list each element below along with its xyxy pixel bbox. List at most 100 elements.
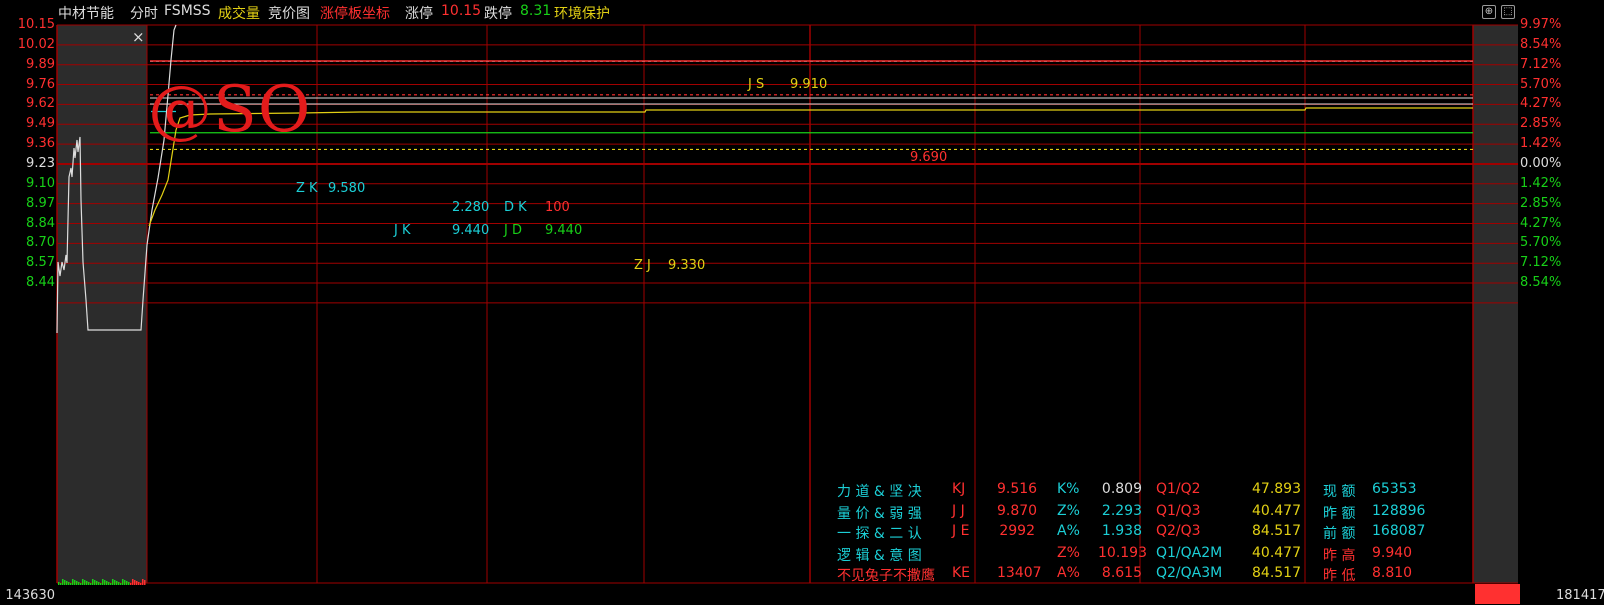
stats-name: 逻 辑 & 意 图 [837,548,922,564]
volume-bar [136,581,138,585]
percent-tick-label: 2.85% [1520,195,1562,211]
volume-bar [62,579,64,585]
stats-k: A% [1057,565,1080,581]
volume-bar [118,582,120,585]
volume-bar [128,582,130,585]
stats-kv: 2.293 [1101,503,1142,519]
env-label: 环境保护 [554,6,610,22]
price-tick-label: 9.62 [26,96,55,112]
red-level-value: 9.690 [910,150,948,165]
volume-bar [92,579,94,585]
price-tick-label: 9.76 [26,76,55,92]
percent-tick-label: 0.00% [1520,155,1562,171]
stats-val: 13407 [997,565,1042,581]
indicator-label[interactable]: FSMSS [164,3,211,19]
dk-label: D K [504,200,527,215]
restore-icon[interactable]: ⊕ [1482,5,1496,19]
auction-label[interactable]: 竞价图 [268,3,310,23]
price-tick-label: 9.49 [26,116,55,132]
zk-label: Z K [296,181,318,196]
stats-k: K% [1057,481,1080,497]
price-tick-label: 8.57 [26,255,55,271]
stats-qv: 84.517 [1252,565,1301,581]
volume-bar [120,583,122,585]
volume-bar [116,581,118,585]
volume-bar [78,582,80,585]
stats-q: Q1/QA2M [1156,545,1223,561]
volume-bar [82,579,84,585]
volume-bar [94,580,96,585]
volume-bar [76,581,78,585]
stats-m: 现 额 [1323,484,1356,500]
stats-kv: 10.193 [1098,545,1147,561]
stats-kv: 8.615 [1101,565,1142,581]
jk-value: 9.440 [452,223,490,238]
volume-bar [80,583,82,585]
close-icon[interactable]: × [132,28,145,46]
price-tick-label: 10.15 [17,17,55,32]
stats-k: Z% [1057,503,1080,519]
mode-label[interactable]: 分时 [130,3,158,23]
volume-bar [90,583,92,585]
volume-bar [124,580,126,585]
watermark: @SO [148,73,312,147]
volume-bar [60,583,62,585]
volume-bar [138,582,140,585]
stats-k: A% [1057,523,1080,539]
limit-axis-label[interactable]: 涨停板坐标 [320,3,390,23]
percent-tick-label: 4.27% [1520,215,1562,231]
stats-q: Q1/Q3 [1156,503,1201,519]
stats-val: 9.516 [997,481,1038,497]
stats-m: 昨 低 [1323,568,1356,584]
zj-label: Z J [634,258,651,273]
zj-value: 9.330 [668,258,706,273]
percent-tick-label: 2.85% [1520,116,1562,132]
volume-right-label: 181417 [1556,588,1604,603]
volume-bar [130,583,132,585]
volume-bar [112,579,114,585]
limit-down-value: 8.31 [520,3,552,19]
percent-tick-label: 7.12% [1520,56,1562,72]
volume-bar [134,580,136,585]
volume-bar [74,580,76,585]
percent-tick-label: 8.54% [1520,275,1562,291]
percent-tick-label: 8.54% [1520,36,1562,52]
premarket-area [57,25,147,583]
average-price-line [148,107,1473,227]
stats-val: 9.870 [997,503,1038,519]
percent-tick-label: 9.97% [1520,17,1562,32]
volume-label[interactable]: 成交量 [218,3,260,23]
percent-tick-label: 5.70% [1520,235,1562,251]
stats-name: 量 价 & 弱 强 [837,506,922,522]
stats-name: 一 探 & 二 认 [837,526,922,542]
stats-mv: 9.940 [1372,545,1413,561]
volume-bar [84,580,86,585]
volume-bar [68,582,70,585]
volume-bar [98,582,100,585]
volume-bar [110,583,112,585]
percent-tick-label: 1.42% [1520,136,1562,152]
volume-bar [122,579,124,585]
percent-tick-label: 4.27% [1520,96,1562,112]
volume-bar [64,580,66,585]
volume-bar [140,583,142,585]
volume-bar [102,579,104,585]
jd-label: J D [504,223,522,238]
stats-name: 力 道 & 坚 决 [837,484,922,500]
price-tick-label: 8.70 [26,235,55,251]
stats-mv: 128896 [1372,503,1426,519]
percent-tick-label: 1.42% [1520,175,1562,191]
stats-code: J E [952,523,970,539]
volume-bar [142,579,144,585]
stats-qv: 47.893 [1252,481,1301,497]
stock-name[interactable]: 中材节能 [58,3,114,23]
price-tick-label: 8.44 [26,275,55,291]
price-tick-label: 9.23 [26,155,55,171]
volume-bar [72,579,74,585]
stats-q: Q2/QA3M [1156,565,1223,581]
volume-bar [100,583,102,585]
dk-pre-value: 2.280 [452,200,490,215]
percent-tick-label: 7.12% [1520,255,1562,271]
chart-header: 中材节能 分时 FSMSS 成交量 竞价图 涨停板坐标 涨停 10.15 跌停 … [0,0,1604,24]
expand-icon[interactable]: ⬚ [1501,5,1515,19]
